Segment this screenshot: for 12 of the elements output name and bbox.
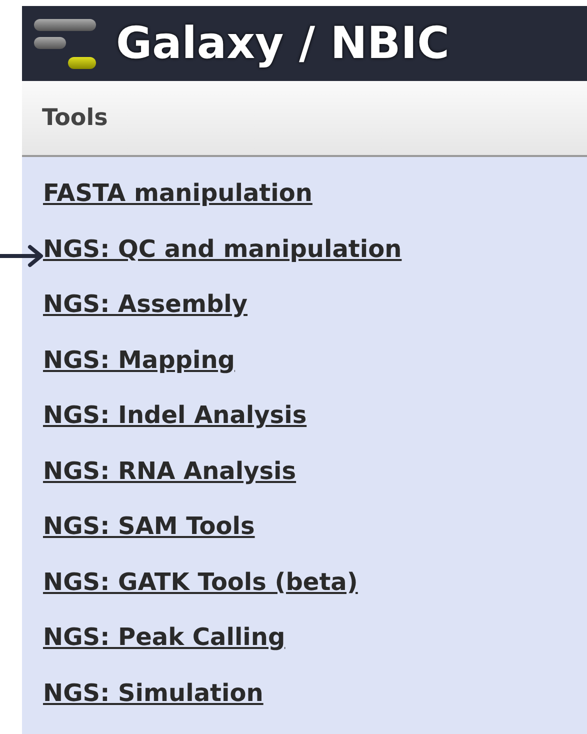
tool-section-link[interactable]: NGS: QC and manipulation — [43, 234, 402, 262]
tool-section-link[interactable]: FASTA manipulation — [43, 179, 312, 207]
tool-section-link[interactable]: NGS: Peak Calling — [43, 623, 286, 651]
tool-section-link[interactable]: NGS: Indel Analysis — [43, 401, 307, 429]
tool-section-link[interactable]: NGS: Mapping — [43, 346, 235, 374]
tool-section-link[interactable]: NGS: Simulation — [43, 678, 264, 706]
tool-section-link[interactable]: NGS: Assembly — [43, 290, 248, 318]
app-title: Galaxy / NBIC — [116, 18, 450, 70]
tool-section-link[interactable]: NGS: SAM Tools — [43, 512, 255, 540]
tool-section-link[interactable]: NGS: RNA Analysis — [43, 456, 296, 484]
panel-title: Tools — [42, 105, 108, 132]
tool-section-link[interactable]: NGS: GATK Tools (beta) — [43, 568, 358, 596]
